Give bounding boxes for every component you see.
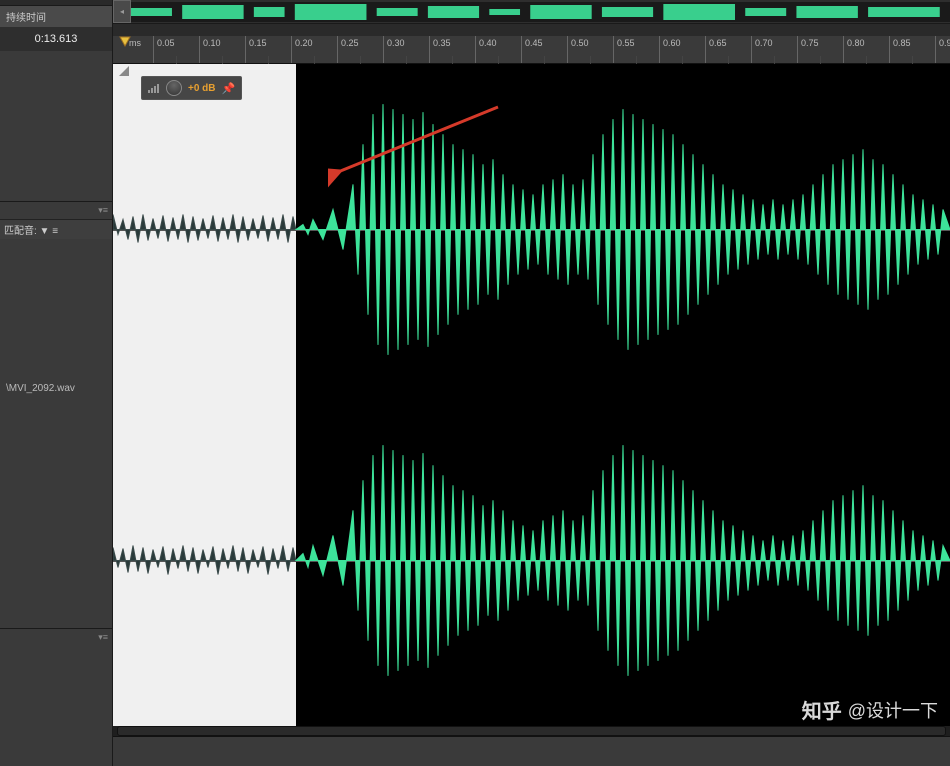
overview-handle-left[interactable]: ◂	[113, 0, 131, 23]
ruler-tick: 0.70	[751, 36, 752, 63]
menu-icon[interactable]: ▾≡	[98, 205, 108, 216]
watermark-logo: 知乎	[802, 695, 842, 724]
ruler-tick: 0.35	[429, 36, 430, 63]
ruler-minor-tick	[452, 56, 453, 64]
ruler-minor-tick	[498, 56, 499, 64]
ruler-tick: 0.60	[659, 36, 660, 63]
amplitude-ruler	[119, 64, 133, 726]
overview-strip[interactable]: ◂	[113, 0, 950, 24]
ruler-tick: 0.05	[153, 36, 154, 63]
ruler-minor-tick	[544, 56, 545, 64]
ruler-minor-tick	[222, 56, 223, 64]
ruler-tick: 0.85	[889, 36, 890, 63]
duration-header: 持续时间	[0, 6, 112, 27]
ruler-minor-tick	[406, 56, 407, 64]
left-panel: 持续时间 0:13.613 ▾≡ 匹配音: ▼ ≡ \MVI_2092.wav …	[0, 0, 113, 766]
ruler-tick: 0.90	[935, 36, 936, 63]
ruler-minor-tick	[682, 56, 683, 64]
tick-label: 0.65	[709, 38, 727, 48]
overview-gap	[113, 24, 950, 36]
tick-label: 0.20	[295, 38, 313, 48]
ruler-minor-tick	[636, 56, 637, 64]
ruler-minor-tick	[728, 56, 729, 64]
tick-label: 0.75	[801, 38, 819, 48]
main-area: ◂	[113, 0, 950, 766]
menu-icon[interactable]: ▾≡	[98, 632, 108, 643]
ruler-minor-tick	[314, 56, 315, 64]
app-root: 持续时间 0:13.613 ▾≡ 匹配音: ▼ ≡ \MVI_2092.wav …	[0, 0, 950, 766]
tick-label: 0.70	[755, 38, 773, 48]
panel-toolbar-1: ▾≡	[0, 201, 112, 219]
watermark-author: @设计一下	[848, 697, 938, 723]
tick-label: 0.90	[939, 38, 950, 48]
ruler-tick: 0.50	[567, 36, 568, 63]
ruler-tick: 0.15	[245, 36, 246, 63]
tick-label: 0.40	[479, 38, 497, 48]
tick-label: 0.10	[203, 38, 221, 48]
waveform-right	[113, 395, 950, 726]
gain-value[interactable]: +0 dB	[188, 83, 216, 94]
ruler-minor-tick	[176, 56, 177, 64]
ruler-minor-tick	[360, 56, 361, 64]
ruler-unit: ms	[129, 38, 141, 48]
timeline-ruler[interactable]: ms 0.050.100.150.200.250.300.350.400.450…	[113, 36, 950, 64]
ruler-minor-tick	[866, 56, 867, 64]
ruler-tick: 0.80	[843, 36, 844, 63]
gain-hud[interactable]: +0 dB 📌	[141, 76, 242, 100]
ruler-tick: 0.65	[705, 36, 706, 63]
tick-label: 0.25	[341, 38, 359, 48]
level-bars-icon	[148, 83, 160, 93]
ruler-tick: 0.45	[521, 36, 522, 63]
panel-space-2	[0, 239, 112, 379]
match-audio-header[interactable]: 匹配音: ▼ ≡	[0, 219, 112, 239]
ruler-tick: 0.20	[291, 36, 292, 63]
tick-label: 0.45	[525, 38, 543, 48]
channel-right	[113, 395, 950, 726]
overview-waveform[interactable]	[131, 2, 950, 22]
transport-bar	[113, 736, 950, 766]
ruler-tick: 0.75	[797, 36, 798, 63]
tick-label: 0.30	[387, 38, 405, 48]
channel-left	[113, 64, 950, 395]
waveform-editor[interactable]: +0 dB 📌	[113, 64, 950, 726]
ruler-tick: 0.10	[199, 36, 200, 63]
ruler-tick: 0.55	[613, 36, 614, 63]
tick-label: 0.85	[893, 38, 911, 48]
horizontal-scrollbar[interactable]	[117, 726, 946, 736]
timecode-display: 0:13.613	[0, 27, 112, 51]
tick-label: 0.60	[663, 38, 681, 48]
tick-label: 0.05	[157, 38, 175, 48]
ruler-minor-tick	[912, 56, 913, 64]
tick-label: 0.80	[847, 38, 865, 48]
panel-space-1	[0, 51, 112, 201]
ruler-minor-tick	[268, 56, 269, 64]
tick-label: 0.55	[617, 38, 635, 48]
ruler-minor-tick	[820, 56, 821, 64]
ruler-minor-tick	[590, 56, 591, 64]
tick-label: 0.50	[571, 38, 589, 48]
ruler-minor-tick	[774, 56, 775, 64]
ruler-tick: 0.30	[383, 36, 384, 63]
ruler-tick: 0.40	[475, 36, 476, 63]
gain-knob[interactable]	[166, 80, 182, 96]
tick-label: 0.35	[433, 38, 451, 48]
panel-space-3	[0, 646, 112, 766]
pin-icon[interactable]: 📌	[222, 82, 236, 95]
ruler-tick: 0.25	[337, 36, 338, 63]
tick-label: 0.15	[249, 38, 267, 48]
amplitude-icon	[119, 66, 129, 76]
file-name[interactable]: \MVI_2092.wav	[0, 379, 112, 398]
panel-spacer	[0, 398, 112, 628]
panel-toolbar-2: ▾≡	[0, 628, 112, 646]
watermark: 知乎 @设计一下	[802, 695, 938, 724]
waveform-left	[113, 64, 950, 395]
